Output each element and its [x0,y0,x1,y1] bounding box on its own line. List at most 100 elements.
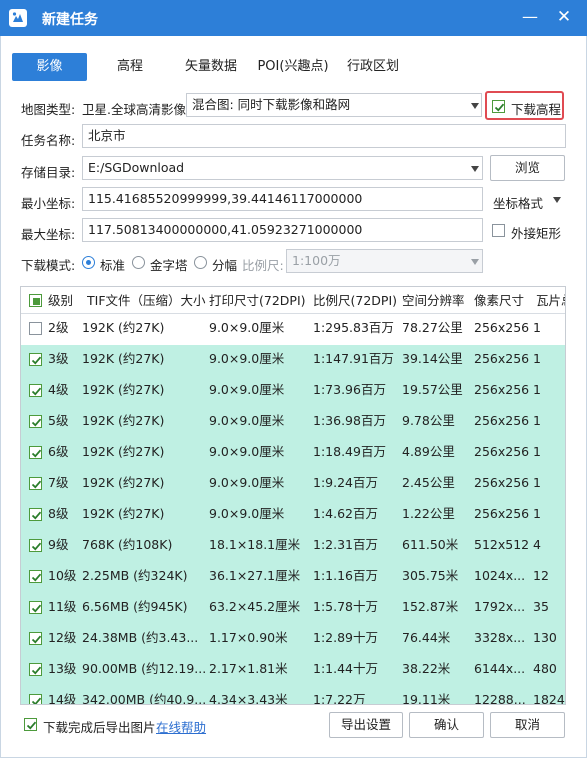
max-coord-input[interactable]: 117.50813400000000,41.05923271000000 [82,218,483,242]
check-icon [31,666,42,675]
row-checkbox[interactable] [29,601,42,614]
mode-sheet-radio[interactable] [194,256,207,269]
map-type-value: 卫星.全球高清影像 [82,102,186,117]
table-row[interactable]: 5级 192K (约27K) 9.0×9.0厘米 1:36.98百万 9.78公里 256… [21,407,565,438]
scale-label: 比例尺: [242,258,284,273]
cell-tiles: 35 [533,599,549,614]
chevron-down-icon [553,197,561,203]
table-row[interactable]: 9级 768K (约108K) 18.1×18.1厘米 1:2.31百万 611.50米… [21,531,565,562]
min-coord-input[interactable]: 115.41685520999999,39.44146117000000 [82,187,483,211]
row-checkbox[interactable] [29,508,42,521]
check-icon [31,418,42,427]
storage-value: E:/SGDownload [88,160,185,175]
table-row[interactable]: 7级 192K (约27K) 9.0×9.0厘米 1:9.24百万 2.45公里 256x… [21,469,565,500]
row-checkbox[interactable] [29,322,42,335]
row-checkbox[interactable] [29,415,42,428]
storage-select[interactable]: E:/SGDownload [82,156,483,180]
table-row[interactable]: 8级 192K (约27K) 9.0×9.0厘米 1:4.62百万 1.22公里 256x… [21,500,565,531]
table-row[interactable]: 4级 192K (约27K) 9.0×9.0厘米 1:73.96百万 19.57公里 25… [21,376,565,407]
cell-pixel-size: 256x256 [474,382,530,397]
tab-admin-division[interactable]: 行政区划 [342,53,404,81]
export-after-download-label: 下载完成后导出图片 [43,720,156,735]
mode-pyramid-radio[interactable] [132,256,145,269]
cell-tiles: 1 [533,382,541,397]
mix-mode-select[interactable]: 混合图: 同时下载影像和路网 [186,93,482,117]
outer-rect-label: 外接矩形 [511,226,562,241]
ok-button[interactable]: 确认 [409,712,484,738]
cell-tiles: 12 [533,568,549,583]
check-icon [33,298,40,305]
table-row[interactable]: 11级 6.56MB (约945K) 63.2×45.2厘米 1:5.78十万 152.… [21,593,565,624]
row-checkbox[interactable] [29,694,42,704]
row-checkbox[interactable] [29,539,42,552]
table-row[interactable]: 2级 192K (约27K) 9.0×9.0厘米 1:295.83百万 78.27公里 2… [21,314,565,345]
table-header: 级别 TIF文件（压缩）大小 打印尺寸(72DPI) 比例尺(72DPI) 空间… [21,287,565,314]
export-after-download-checkbox[interactable] [24,718,37,731]
cell-scale: 1:7.22万 [313,692,366,705]
minimize-button[interactable]: — [518,6,542,30]
row-checkbox[interactable] [29,446,42,459]
browse-button[interactable]: 浏览 [490,155,565,181]
mode-pyramid-label: 金字塔 [150,258,188,273]
table-row[interactable]: 6级 192K (约27K) 9.0×9.0厘米 1:18.49百万 4.89公里 256… [21,438,565,469]
cell-pixel-size: 256x256 [474,351,530,366]
cell-print-size: 63.2×45.2厘米 [209,599,301,614]
table-row[interactable]: 10级 2.25MB (约324K) 36.1×27.1厘米 1:1.16百万 305.… [21,562,565,593]
download-elevation-checkbox[interactable] [492,100,505,113]
cell-tiles: 1 [533,506,541,521]
cell-resolution: 1.22公里 [402,506,455,521]
cell-pixel-size: 256x256 [474,444,530,459]
cell-pixel-size: 256x256 [474,320,530,335]
max-coord-value: 117.50813400000000,41.05923271000000 [88,222,363,237]
cell-print-size: 9.0×9.0厘米 [209,413,285,428]
cell-resolution: 78.27公里 [402,320,463,335]
cell-resolution: 19.57公里 [402,382,463,397]
online-help-link[interactable]: 在线帮助 [156,717,206,736]
cell-scale: 1:1.44十万 [313,661,378,676]
cell-tif-size: 6.56MB (约945K) [82,599,188,614]
select-all-checkbox[interactable] [29,294,42,307]
row-checkbox[interactable] [29,384,42,397]
cell-pixel-size: 256x256 [474,475,530,490]
cell-level: 14级 [48,692,77,705]
table-row[interactable]: 14级 342.00MB (约40.9... 4.34×3.43米 1:7.22万 19… [21,686,565,705]
task-name-label: 任务名称: [21,133,76,148]
cell-level: 3级 [48,351,69,366]
cell-level: 7级 [48,475,69,490]
row-checkbox[interactable] [29,632,42,645]
cell-scale: 1:36.98百万 [313,413,386,428]
row-checkbox[interactable] [29,570,42,583]
cell-scale: 1:4.62百万 [313,506,378,521]
cell-tif-size: 192K (约27K) [82,320,165,335]
storage-label: 存储目录: [21,165,76,180]
coord-format-dropdown[interactable]: 坐标格式 [493,193,543,212]
row-checkbox[interactable] [29,663,42,676]
mode-standard-radio[interactable] [82,256,95,269]
cell-print-size: 9.0×9.0厘米 [209,506,285,521]
cell-tiles: 1 [533,413,541,428]
task-name-input[interactable]: 北京市 [82,124,566,148]
check-icon [26,721,37,730]
check-icon [31,387,42,396]
col-pixel-size: 像素尺寸 [474,293,525,308]
table-row[interactable]: 3级 192K (约27K) 9.0×9.0厘米 1:147.91百万 39.14公里 2… [21,345,565,376]
cancel-button[interactable]: 取消 [490,712,565,738]
row-checkbox[interactable] [29,477,42,490]
cell-tif-size: 24.38MB (约3.43... [82,630,199,645]
table-row[interactable]: 12级 24.38MB (约3.43... 1.17×0.90米 1:2.89十万 76… [21,624,565,655]
cell-tiles: 1824 [533,692,565,705]
tab-elevation[interactable]: 高程 [101,53,159,81]
check-icon [31,635,42,644]
check-icon [31,480,42,489]
cell-resolution: 152.87米 [402,599,459,614]
tab-poi[interactable]: POI(兴趣点) [254,53,332,81]
tab-vector-data[interactable]: 矢量数据 [176,53,246,81]
outer-rect-checkbox[interactable] [492,224,505,237]
tab-imagery[interactable]: 影像 [12,53,87,81]
close-button[interactable]: ✕ [552,6,576,30]
row-checkbox[interactable] [29,353,42,366]
export-settings-button[interactable]: 导出设置 [329,712,403,738]
cell-pixel-size: 1024x... [474,568,526,583]
scale-select[interactable]: 1:100万 [286,249,483,273]
table-row[interactable]: 13级 90.00MB (约12.19... 2.17×1.81米 1:1.44十万 3… [21,655,565,686]
